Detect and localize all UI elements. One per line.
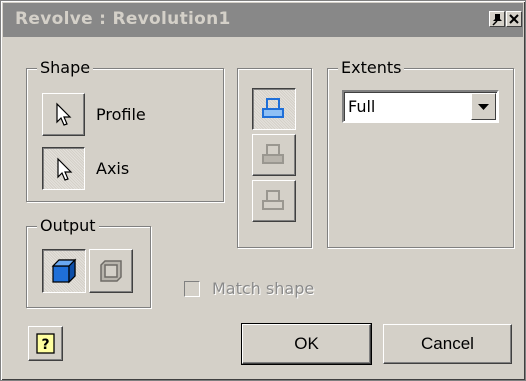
axis-label: Axis: [96, 159, 130, 178]
extents-dropdown-button[interactable]: [471, 93, 496, 120]
revolve-mode-button-2[interactable]: [252, 134, 296, 176]
cursor-arrow-icon: [56, 102, 72, 126]
help-button[interactable]: ?: [28, 326, 63, 361]
close-button[interactable]: [506, 11, 522, 27]
revolve-dialog: Revolve : Revolution1 Shape Profile Axis: [0, 0, 526, 381]
solid-cube-icon: [51, 258, 77, 284]
window-title: Revolve : Revolution1: [15, 9, 231, 29]
svg-text:?: ?: [41, 337, 49, 353]
revolve-extent-icon: [262, 98, 284, 118]
extents-select[interactable]: Full: [342, 90, 499, 123]
profile-label: Profile: [96, 105, 146, 124]
close-icon: [509, 14, 519, 24]
output-group-label: Output: [37, 216, 99, 235]
dropdown-arrow-icon: [478, 104, 489, 110]
cancel-button[interactable]: Cancel: [383, 324, 512, 364]
axis-select-button[interactable]: [42, 147, 85, 190]
revolve-mode-button-1[interactable]: [252, 88, 296, 130]
surface-icon: [100, 260, 122, 282]
revolve-mode-button-3[interactable]: [252, 180, 296, 222]
revolve-extent-icon: [262, 190, 284, 210]
match-shape-label: Match shape: [212, 279, 315, 298]
extents-value: Full: [348, 97, 376, 116]
match-shape-checkbox[interactable]: [184, 281, 200, 297]
cursor-arrow-icon: [57, 157, 73, 181]
pin-icon: [492, 14, 502, 26]
title-bar[interactable]: Revolve : Revolution1: [3, 3, 523, 37]
extents-group-label: Extents: [338, 58, 405, 77]
output-solid-button[interactable]: [42, 249, 86, 293]
ok-button[interactable]: OK: [241, 323, 372, 365]
output-surface-button[interactable]: [89, 249, 133, 293]
cancel-label: Cancel: [421, 334, 474, 353]
ok-label: OK: [294, 334, 319, 353]
profile-select-button[interactable]: [42, 93, 85, 136]
revolve-extent-icon: [262, 144, 284, 164]
help-icon: ?: [36, 333, 55, 354]
pin-button[interactable]: [489, 11, 505, 27]
shape-group-label: Shape: [37, 58, 94, 77]
